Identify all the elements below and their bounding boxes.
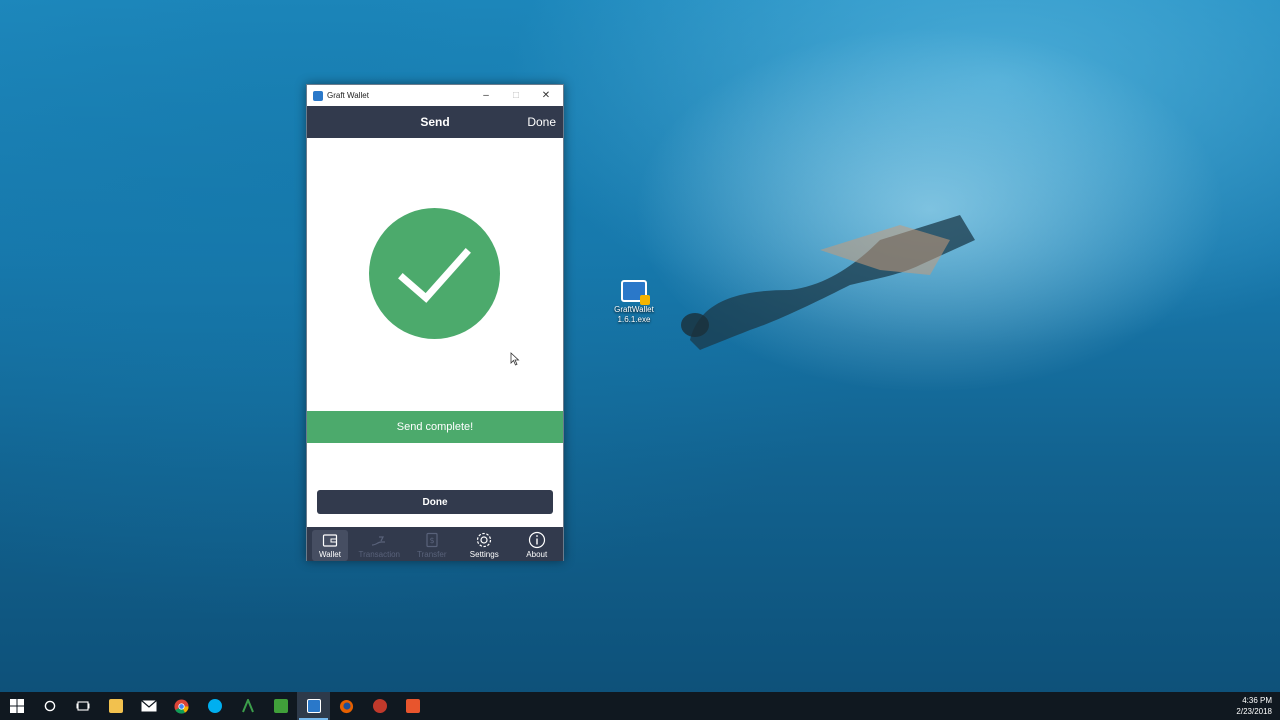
firefox-icon[interactable] <box>330 692 363 720</box>
cortana-icon[interactable] <box>33 692 66 720</box>
nav-label-settings: Settings <box>469 550 499 559</box>
app-orange-icon[interactable] <box>396 692 429 720</box>
desktop-wallpaper <box>681 215 975 350</box>
transfer-icon: $ <box>424 531 440 549</box>
svg-text:$: $ <box>429 536 434 545</box>
send-complete-banner: Send complete! <box>307 411 563 443</box>
graft-wallet-window: Graft Wallet – □ ✕ Send Done Send comple… <box>306 84 564 561</box>
app-header: Send Done <box>307 106 563 138</box>
bottom-nav: Wallet Transaction $ Transfer Settings A… <box>307 527 563 561</box>
wallet-icon <box>322 531 338 549</box>
camtasia-icon[interactable] <box>264 692 297 720</box>
nav-label-about: About <box>526 550 548 559</box>
graft-wallet-exe-icon <box>621 280 650 305</box>
nav-item-about[interactable]: About <box>511 527 564 561</box>
transaction-icon <box>370 531 388 549</box>
mail-icon[interactable] <box>132 692 165 720</box>
chrome-icon[interactable] <box>165 692 198 720</box>
task-view-icon[interactable] <box>66 692 99 720</box>
close-button[interactable]: ✕ <box>531 85 561 106</box>
windows-start-icon[interactable] <box>0 692 33 720</box>
nav-label-transfer: Transfer <box>417 550 447 559</box>
success-check-icon <box>369 208 500 339</box>
system-clock[interactable]: 4:36 PM 2/23/2018 <box>1236 695 1272 717</box>
app-red-icon[interactable] <box>363 692 396 720</box>
nav-item-settings[interactable]: Settings <box>458 527 511 561</box>
minimize-button[interactable]: – <box>471 85 501 106</box>
nav-item-transfer[interactable]: $ Transfer <box>406 527 459 561</box>
taskbar: 4:36 PM 2/23/2018 <box>0 692 1280 720</box>
title-bar[interactable]: Graft Wallet – □ ✕ <box>307 85 563 106</box>
skype-icon[interactable] <box>198 692 231 720</box>
app-icon[interactable] <box>231 692 264 720</box>
send-result-panel: Send complete! Done <box>307 138 563 527</box>
desktop-icon-label-line2: 1.6.1.exe <box>617 315 651 324</box>
desktop-graftwallet-exe[interactable]: GraftWallet 1.6.1.exe <box>608 280 660 325</box>
mouse-cursor-icon <box>510 352 520 366</box>
nav-label-transaction: Transaction <box>358 550 401 559</box>
desktop-icon-label-line1: GraftWallet <box>614 305 654 314</box>
maximize-button[interactable]: □ <box>501 85 531 106</box>
done-button[interactable]: Done <box>317 490 553 514</box>
page-title: Send <box>420 115 450 129</box>
clock-time: 4:36 PM <box>1242 696 1272 705</box>
graft-wallet-icon <box>313 90 323 101</box>
graft-wallet-taskbar-icon[interactable] <box>297 692 330 720</box>
nav-item-transaction[interactable]: Transaction <box>353 527 406 561</box>
file-explorer-icon[interactable] <box>99 692 132 720</box>
nav-item-wallet[interactable]: Wallet <box>312 530 348 561</box>
info-icon <box>528 531 546 549</box>
header-done-button[interactable]: Done <box>527 115 556 129</box>
clock-date: 2/23/2018 <box>1236 707 1272 716</box>
nav-label-wallet: Wallet <box>319 550 341 559</box>
gear-icon <box>475 531 493 549</box>
window-title: Graft Wallet <box>327 91 369 100</box>
